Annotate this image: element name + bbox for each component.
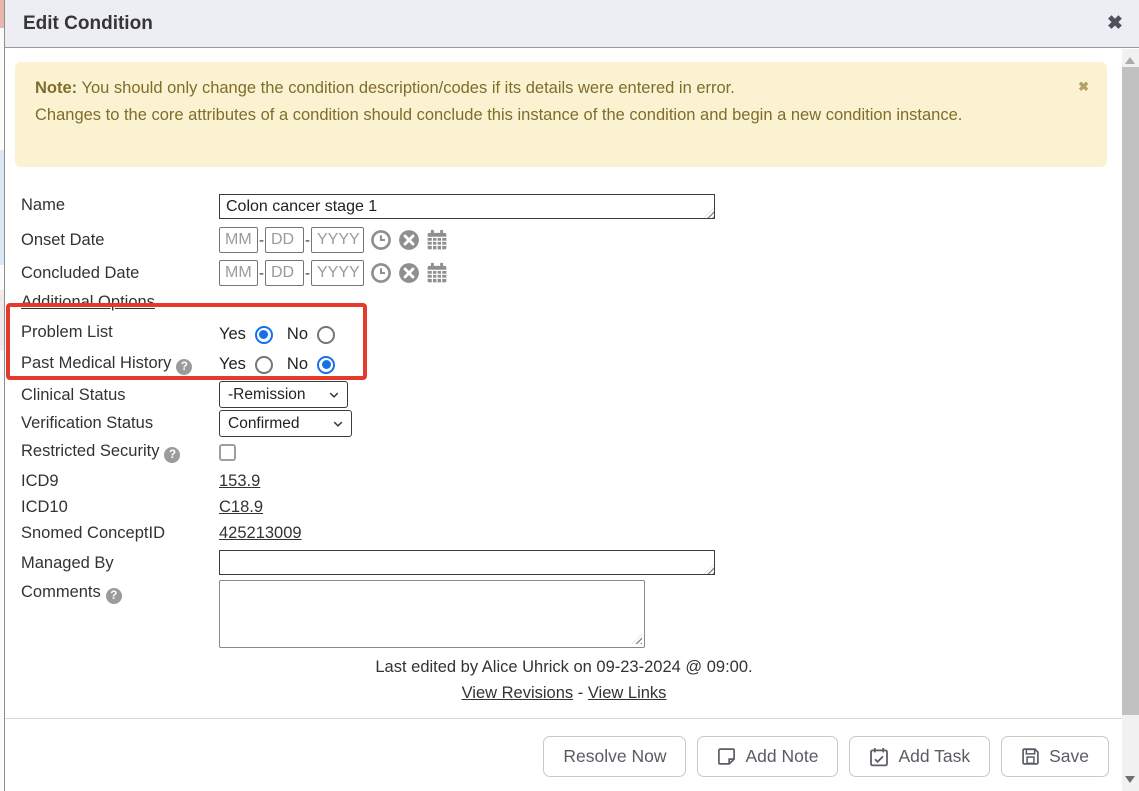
onset-day-input[interactable] <box>265 227 304 253</box>
past-medical-history-label: Past Medical History? <box>21 354 192 375</box>
warning-note-banner: Note: You should only change the conditi… <box>15 62 1107 167</box>
comments-label: Comments? <box>21 583 122 604</box>
icd9-code-link[interactable]: 153.9 <box>219 472 260 491</box>
snomed-conceptid-link[interactable]: 425213009 <box>219 524 302 543</box>
restricted-security-checkbox[interactable] <box>219 444 236 461</box>
concluded-month-input[interactable] <box>219 260 258 286</box>
concluded-calendar-icon[interactable] <box>426 262 448 284</box>
problem-list-no-radio[interactable] <box>317 326 335 344</box>
add-task-button[interactable]: Add Task <box>849 736 990 777</box>
clinical-status-select[interactable]: -Remission <box>219 381 348 408</box>
vertical-scrollbar[interactable] <box>1122 49 1139 791</box>
clinical-status-value: -Remission <box>228 386 306 404</box>
note-line-1: Note: You should only change the conditi… <box>35 75 1063 102</box>
onset-now-clock-icon[interactable] <box>370 229 392 251</box>
additional-options-link[interactable]: Additional Options <box>21 293 155 312</box>
note-prefix: Note: <box>35 79 77 97</box>
verification-status-value: Confirmed <box>228 415 300 433</box>
icd9-label: ICD9 <box>21 472 59 491</box>
verification-status-select[interactable]: Confirmed <box>219 410 352 437</box>
resolve-now-button[interactable]: Resolve Now <box>543 736 686 777</box>
managed-by-input[interactable] <box>219 550 715 575</box>
name-input[interactable] <box>219 194 715 219</box>
problem-list-yes-label: Yes <box>219 325 246 344</box>
problem-list-label: Problem List <box>21 323 113 342</box>
concluded-date-label: Concluded Date <box>21 264 139 283</box>
clinical-status-label: Clinical Status <box>21 386 126 405</box>
chevron-down-icon <box>332 418 344 430</box>
edit-condition-modal: Edit Condition ✖ Note: You should only c… <box>4 0 1139 791</box>
pmh-no-label: No <box>287 355 308 374</box>
icd10-code-link[interactable]: C18.9 <box>219 498 263 517</box>
last-edited-text: Last edited by Alice Uhrick on 09-23-202… <box>5 658 1123 677</box>
add-note-button[interactable]: Add Note <box>697 736 838 777</box>
onset-month-input[interactable] <box>219 227 258 253</box>
onset-date-label: Onset Date <box>21 231 104 250</box>
close-icon[interactable]: ✖ <box>1100 9 1130 39</box>
onset-clear-icon[interactable] <box>398 229 420 251</box>
note-sentence-1: You should only change the condition des… <box>81 79 734 97</box>
task-calendar-icon <box>869 747 889 767</box>
onset-year-input[interactable] <box>311 227 364 253</box>
concluded-clear-icon[interactable] <box>398 262 420 284</box>
help-icon[interactable]: ? <box>176 359 192 375</box>
concluded-day-input[interactable] <box>265 260 304 286</box>
concluded-date-row: - - <box>219 260 448 286</box>
problem-list-yes-radio[interactable] <box>255 326 273 344</box>
scrollbar-down-arrow[interactable] <box>1125 776 1135 783</box>
footer-links: View Revisions - View Links <box>5 684 1123 703</box>
help-icon[interactable]: ? <box>106 588 122 604</box>
action-button-row: Resolve Now Add Note Add Task Save <box>543 736 1109 777</box>
date-separator: - <box>305 232 310 249</box>
date-separator: - <box>305 265 310 282</box>
snomed-conceptid-label: Snomed ConceptID <box>21 524 165 543</box>
note-icon <box>717 747 736 766</box>
managed-by-label: Managed By <box>21 554 114 573</box>
comments-textarea[interactable] <box>219 580 645 648</box>
save-button[interactable]: Save <box>1001 736 1109 777</box>
view-revisions-link[interactable]: View Revisions <box>462 684 574 702</box>
onset-date-row: - - <box>219 227 448 253</box>
onset-calendar-icon[interactable] <box>426 229 448 251</box>
concluded-now-clock-icon[interactable] <box>370 262 392 284</box>
scrollbar-up-arrow[interactable] <box>1125 57 1135 64</box>
view-links-link[interactable]: View Links <box>588 684 667 702</box>
help-icon[interactable]: ? <box>164 447 180 463</box>
concluded-year-input[interactable] <box>311 260 364 286</box>
note-sentence-2: Changes to the core attributes of a cond… <box>35 102 1063 129</box>
date-separator: - <box>259 265 264 282</box>
restricted-security-label: Restricted Security? <box>21 442 180 463</box>
problem-list-no-label: No <box>287 325 308 344</box>
date-separator: - <box>259 232 264 249</box>
pmh-yes-radio[interactable] <box>255 356 273 374</box>
name-label: Name <box>21 196 65 215</box>
icd10-label: ICD10 <box>21 498 68 517</box>
save-floppy-icon <box>1021 747 1040 766</box>
edit-condition-dialog: Edit Condition ✖ Note: You should only c… <box>0 0 1139 791</box>
note-dismiss-icon[interactable]: ✖ <box>1078 78 1089 96</box>
problem-list-radio-group: Yes No <box>219 325 335 344</box>
pmh-no-radio[interactable] <box>317 356 335 374</box>
chevron-down-icon <box>328 389 340 401</box>
scrollbar-thumb[interactable] <box>1122 67 1139 715</box>
verification-status-label: Verification Status <box>21 414 153 433</box>
past-medical-history-radio-group: Yes No <box>219 355 335 374</box>
modal-header: Edit Condition ✖ <box>5 0 1139 48</box>
footer-divider <box>5 718 1123 719</box>
modal-title: Edit Condition <box>23 0 153 48</box>
footer-link-separator: - <box>578 684 584 702</box>
pmh-yes-label: Yes <box>219 355 246 374</box>
